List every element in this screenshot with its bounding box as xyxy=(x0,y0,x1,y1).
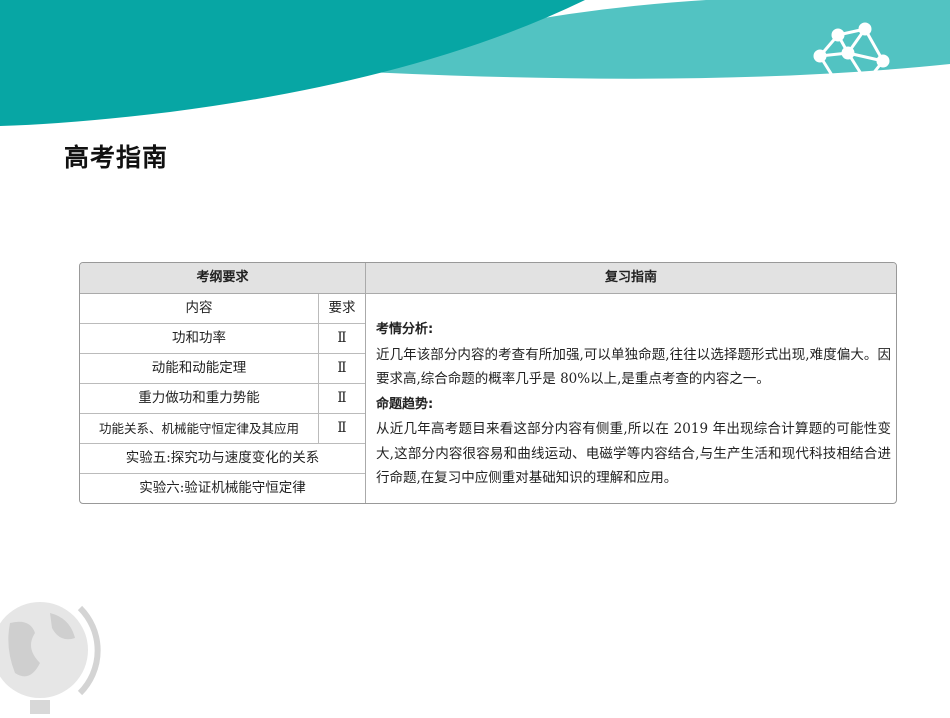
globe-icon xyxy=(0,602,101,714)
experiment-row: 实验六:验证机械能守恒定律 xyxy=(80,474,365,503)
header-banner xyxy=(0,0,950,126)
table-row: 功和功率 Ⅱ xyxy=(80,324,365,354)
experiment-label: 实验六:验证机械能守恒定律 xyxy=(139,480,306,496)
row-content: 重力做功和重力势能 xyxy=(80,384,319,413)
column-header-row: 内容 要求 xyxy=(80,294,365,324)
table-row: 功能关系、机械能守恒定律及其应用 Ⅱ xyxy=(80,414,365,444)
experiment-label: 实验五:探究功与速度变化的关系 xyxy=(125,450,320,466)
col-content: 内容 xyxy=(80,294,319,323)
page-title: 高考指南 xyxy=(64,143,169,172)
table-row: 重力做功和重力势能 Ⅱ xyxy=(80,384,365,414)
row-content: 功和功率 xyxy=(80,324,319,353)
table-row: 动能和动能定理 Ⅱ xyxy=(80,354,365,384)
col-level: 要求 xyxy=(328,300,356,316)
trend-text: 从近几年高考题目来看这部分内容有侧重,所以在 2019 年出现综合计算题的可能性… xyxy=(376,421,891,486)
row-level: Ⅱ xyxy=(337,390,347,406)
exam-guide-table: 考纲要求 复习指南 内容 要求 功和功率 Ⅱ 动能和动能定理 Ⅱ 重力做功和重力势能 Ⅱ… xyxy=(79,262,897,504)
trend-title: 命题趋势: xyxy=(376,396,434,412)
row-level: Ⅱ xyxy=(337,360,347,376)
row-content: 功能关系、机械能守恒定律及其应用 xyxy=(80,414,319,443)
right-header: 复习指南 xyxy=(366,263,896,294)
requirements-list: 内容 要求 功和功率 Ⅱ 动能和动能定理 Ⅱ 重力做功和重力势能 Ⅱ 功能关系、机械能守… xyxy=(80,294,365,503)
row-content: 动能和动能定理 xyxy=(80,354,319,383)
review-guide: 考情分析: 近几年该部分内容的考查有所加强,可以单独命题,往往以选择题形式出现,… xyxy=(376,317,891,491)
row-level: Ⅱ xyxy=(337,330,347,346)
analysis-text: 近几年该部分内容的考查有所加强,可以单独命题,往往以选择题形式出现,难度偏大。因… xyxy=(376,346,891,388)
analysis-title: 考情分析: xyxy=(376,322,434,337)
row-level: Ⅱ xyxy=(337,420,347,436)
left-header: 考纲要求 xyxy=(80,263,365,294)
experiment-row: 实验五:探究功与速度变化的关系 xyxy=(80,444,365,474)
